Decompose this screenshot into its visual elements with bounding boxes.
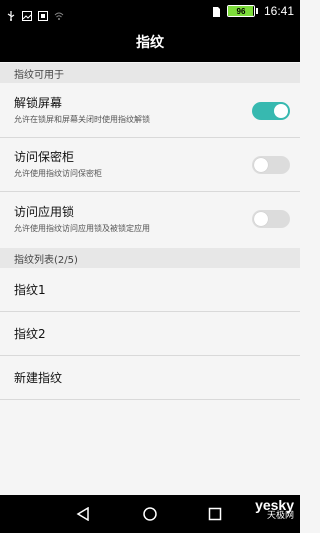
screenshot-icon <box>38 6 48 21</box>
section-label: 指纹可用于 <box>14 69 64 81</box>
setting-row-app-lock[interactable]: 访问应用锁 允许使用指纹访问应用锁及被锁定应用 <box>0 192 300 246</box>
new-fingerprint-label: 新建指纹 <box>14 370 63 385</box>
battery-indicator: 96 <box>226 5 255 17</box>
home-icon[interactable] <box>140 504 160 524</box>
app-lock-toggle[interactable] <box>252 210 290 228</box>
section-label: 指纹列表(2/5) <box>14 254 78 266</box>
battery-percent: 96 <box>236 6 246 16</box>
toggle-knob <box>254 157 268 172</box>
unlock-screen-toggle[interactable] <box>252 101 290 120</box>
battery-tip <box>255 8 258 14</box>
back-icon[interactable] <box>73 504 93 524</box>
setting-row-safe-box[interactable]: 访问保密柜 允许使用指纹访问保密柜 <box>0 138 300 192</box>
recents-icon[interactable] <box>205 504 225 524</box>
title-bar: 指纹 <box>0 22 300 62</box>
status-bar: 96 16:41 <box>0 0 300 22</box>
safe-box-toggle[interactable] <box>252 155 290 174</box>
setting-subtitle: 允许在锁屏和屏幕关闭时使用指纹解锁 <box>14 115 150 124</box>
new-fingerprint-button[interactable]: 新建指纹 <box>0 356 300 400</box>
setting-title: 访问应用锁 <box>14 204 75 219</box>
watermark: yesky 天极网 <box>255 497 294 522</box>
toggle-knob <box>274 103 288 118</box>
navigation-bar: yesky 天极网 <box>0 495 300 533</box>
fingerprint-name: 指纹1 <box>14 282 46 297</box>
setting-subtitle: 允许使用指纹访问应用锁及被锁定应用 <box>14 223 150 233</box>
setting-row-unlock-screen[interactable]: 解锁屏幕 允许在锁屏和屏幕关闭时使用指纹解锁 <box>0 84 300 138</box>
clock: 16:41 <box>263 4 294 18</box>
wifi-icon <box>54 6 64 20</box>
image-icon <box>22 6 32 21</box>
page-title: 指纹 <box>136 35 164 51</box>
fingerprint-item-1[interactable]: 指纹1 <box>0 268 300 312</box>
fingerprint-name: 指纹2 <box>14 326 46 341</box>
watermark-brand: yesky <box>255 497 294 513</box>
usb-icon <box>6 6 16 21</box>
fingerprint-item-2[interactable]: 指纹2 <box>0 312 300 356</box>
section-header-fingerprint-list: 指纹列表(2/5) <box>0 248 300 268</box>
toggle-knob <box>254 212 268 226</box>
setting-subtitle: 允许使用指纹访问保密柜 <box>14 169 102 178</box>
section-header-usage: 指纹可用于 <box>0 63 300 83</box>
setting-title: 解锁屏幕 <box>14 96 63 110</box>
setting-title: 访问保密柜 <box>14 150 75 164</box>
sim-icon <box>211 6 221 17</box>
